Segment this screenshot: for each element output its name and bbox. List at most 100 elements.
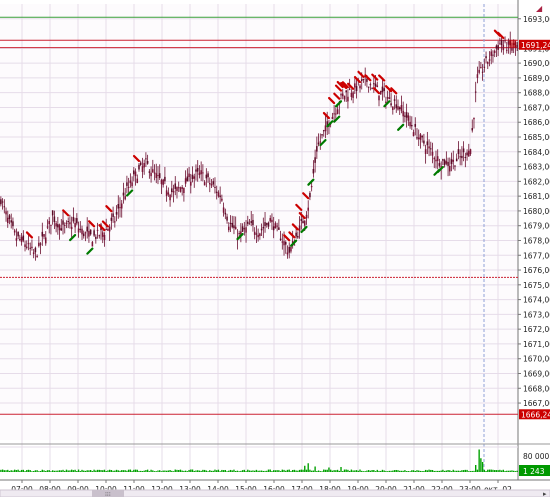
candle-body	[260, 228, 263, 231]
candle-body	[50, 224, 52, 226]
volume-bar	[468, 471, 470, 472]
candle-body	[495, 45, 498, 49]
volume-bar	[181, 470, 183, 472]
candle-body	[108, 226, 111, 232]
volume-bar	[354, 470, 356, 472]
price-tick-label: 1671,00	[523, 340, 550, 349]
candle-body	[98, 235, 101, 237]
volume-bar	[366, 470, 368, 472]
candle-body	[476, 74, 479, 78]
volume-bar	[165, 470, 168, 472]
volume-bar	[495, 470, 498, 472]
volume-bar	[45, 470, 47, 472]
candle-body	[41, 231, 44, 237]
volume-bar	[241, 470, 244, 472]
volume-bar	[385, 470, 387, 472]
candle-body	[22, 235, 25, 241]
volume-bar	[260, 470, 263, 472]
candle-body	[150, 172, 152, 177]
candle-body	[345, 90, 347, 93]
volume-bar	[145, 470, 147, 472]
volume-bar	[207, 471, 209, 472]
volume-bar	[81, 469, 83, 472]
volume-bar	[361, 470, 363, 472]
last-bar-marker	[509, 39, 517, 48]
volume-bar	[302, 469, 304, 472]
candle-body	[281, 241, 284, 243]
price-tick-label: 1687,00	[523, 103, 550, 112]
volume-bar	[347, 469, 349, 472]
candle-body	[409, 121, 411, 127]
volume-bar	[297, 470, 299, 472]
volume-bar	[69, 470, 71, 472]
volume-bar	[428, 469, 430, 472]
volume-bar	[338, 470, 340, 472]
candle-body	[271, 219, 273, 223]
volume-bar	[152, 470, 154, 472]
candle-body	[127, 186, 130, 188]
volume-bar	[5, 470, 7, 472]
candle-body	[471, 128, 474, 131]
volume-bar	[286, 469, 289, 472]
volume-bar	[435, 470, 437, 472]
volume-bar	[421, 471, 423, 472]
candle-body	[198, 172, 201, 176]
candle-body	[96, 229, 99, 231]
price-chart[interactable]: 1693,001691,001690,001689,001688,001687,…	[0, 0, 550, 498]
volume-bar	[157, 470, 159, 472]
candle-body	[412, 132, 415, 137]
candle-body	[217, 192, 220, 197]
volume-bar	[502, 469, 505, 472]
scroll-right-arrow-icon[interactable]: ▸	[543, 490, 547, 498]
volume-bar	[490, 469, 492, 472]
candle-body	[17, 231, 19, 237]
candle-body	[5, 211, 7, 215]
candle-body	[0, 199, 2, 205]
volume-bar	[333, 470, 335, 472]
volume-bar	[383, 470, 385, 472]
candle-body	[58, 224, 61, 231]
volume-bar	[392, 470, 394, 472]
volume-bar	[38, 471, 40, 472]
volume-bar	[146, 469, 149, 472]
candle-body	[492, 54, 494, 56]
volume-bar	[67, 470, 69, 472]
volume-bar	[481, 462, 484, 472]
candle-body	[462, 148, 465, 153]
candle-body	[79, 228, 82, 230]
candle-body	[193, 176, 196, 179]
candle-body	[148, 171, 151, 173]
volume-bar	[164, 470, 166, 472]
candle-body	[405, 112, 408, 118]
volume-bar	[46, 470, 49, 472]
volume-bar	[105, 471, 107, 472]
volume-bar	[143, 470, 145, 472]
volume-bar	[373, 470, 375, 472]
volume-bar	[121, 470, 123, 472]
volume-bar	[129, 469, 132, 472]
volume-bar	[31, 471, 33, 472]
volume-bar	[193, 470, 195, 472]
candle-body	[202, 172, 204, 174]
volume-bar	[140, 470, 142, 472]
candle-body	[447, 161, 449, 166]
candle-body	[347, 96, 349, 102]
candle-body	[490, 51, 493, 56]
volume-bar	[397, 470, 399, 472]
candle-body	[436, 156, 439, 161]
volume-bar	[229, 469, 232, 472]
volume-bar	[281, 469, 284, 472]
candle-body	[88, 230, 90, 237]
volume-bar	[172, 471, 175, 472]
candle-body	[454, 165, 456, 167]
volume-bar	[222, 470, 225, 472]
candle-body	[450, 159, 453, 164]
candle-body	[246, 221, 249, 224]
candle-body	[55, 223, 57, 227]
candle-body	[210, 184, 213, 186]
volume-bar	[400, 470, 403, 472]
horizontal-scrollbar[interactable]: ⁝⁝⁝ ▸	[0, 489, 550, 498]
candle-body	[133, 170, 135, 175]
candle-body	[82, 233, 85, 237]
candle-body	[367, 86, 370, 88]
